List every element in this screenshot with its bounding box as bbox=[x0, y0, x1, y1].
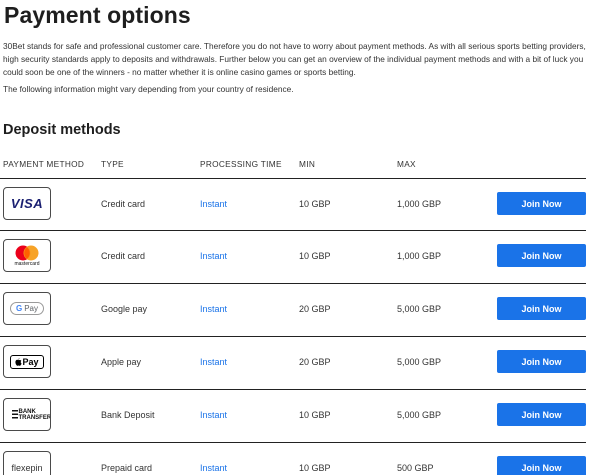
cell-max: 500 GBP bbox=[397, 463, 434, 473]
cell-type: Bank Deposit bbox=[101, 410, 155, 420]
table-row: BANK TRANSFER Bank Deposit Instant 10 GB… bbox=[0, 389, 586, 441]
cell-min: 10 GBP bbox=[299, 199, 331, 209]
cell-min: 10 GBP bbox=[299, 463, 331, 473]
cell-type: Google pay bbox=[101, 304, 148, 314]
cell-processing: Instant bbox=[200, 304, 228, 314]
header-type: TYPE bbox=[101, 159, 124, 169]
cell-max: 5,000 GBP bbox=[397, 410, 442, 420]
join-now-button[interactable]: Join Now bbox=[497, 456, 586, 475]
cell-processing: Instant bbox=[200, 463, 228, 473]
cell-min: 10 GBP bbox=[299, 410, 331, 420]
header-max: MAX bbox=[397, 159, 416, 169]
cell-max: 1,000 GBP bbox=[397, 251, 442, 261]
join-now-button[interactable]: Join Now bbox=[497, 350, 586, 373]
cell-processing: Instant bbox=[200, 357, 228, 367]
join-now-button[interactable]: Join Now bbox=[497, 403, 586, 426]
residence-note: The following information might vary dep… bbox=[3, 84, 294, 94]
cell-processing: Instant bbox=[200, 199, 228, 209]
cell-type: Apple pay bbox=[101, 357, 142, 367]
header-payment-method: PAYMENT METHOD bbox=[3, 159, 85, 169]
cell-type: Credit card bbox=[101, 251, 146, 261]
header-processing-time: PROCESSING TIME bbox=[200, 159, 282, 169]
deposit-methods-title: Deposit methods bbox=[3, 122, 121, 138]
google-pay-logo-icon: G Pay bbox=[3, 292, 51, 325]
cell-processing: Instant bbox=[200, 410, 228, 420]
flexepin-logo-icon: flexepin bbox=[3, 451, 51, 475]
table-row: Pay Apple pay Instant 20 GBP 5,000 GBP J… bbox=[0, 336, 586, 388]
join-now-button[interactable]: Join Now bbox=[497, 192, 586, 215]
table-header: PAYMENT METHOD TYPE PROCESSING TIME MIN … bbox=[0, 159, 586, 179]
header-min: MIN bbox=[299, 159, 316, 169]
cell-max: 5,000 GBP bbox=[397, 304, 442, 314]
table-row: G Pay Google pay Instant 20 GBP 5,000 GBP… bbox=[0, 283, 586, 335]
join-now-button[interactable]: Join Now bbox=[497, 297, 586, 320]
table-row: flexepin Prepaid card Instant 10 GBP 500… bbox=[0, 442, 586, 475]
cell-min: 10 GBP bbox=[299, 251, 331, 261]
mastercard-logo-icon: mastercard bbox=[3, 239, 51, 272]
table-row: mastercard Credit card Instant 10 GBP 1,… bbox=[0, 230, 586, 282]
page-title: Payment options bbox=[4, 2, 191, 28]
table-row: VISA Credit card Instant 10 GBP 1,000 GB… bbox=[0, 178, 586, 230]
apple-pay-logo-icon: Pay bbox=[3, 345, 51, 378]
cell-max: 5,000 GBP bbox=[397, 357, 442, 367]
bank-transfer-logo-icon: BANK TRANSFER bbox=[3, 398, 51, 431]
cell-min: 20 GBP bbox=[299, 357, 331, 367]
cell-processing: Instant bbox=[200, 251, 228, 261]
join-now-button[interactable]: Join Now bbox=[497, 244, 586, 267]
cell-type: Credit card bbox=[101, 199, 146, 209]
visa-logo-icon: VISA bbox=[3, 187, 51, 220]
intro-paragraph: 30Bet stands for safe and professional c… bbox=[3, 41, 586, 77]
cell-max: 1,000 GBP bbox=[397, 199, 442, 209]
cell-min: 20 GBP bbox=[299, 304, 331, 314]
cell-type: Prepaid card bbox=[101, 463, 153, 473]
